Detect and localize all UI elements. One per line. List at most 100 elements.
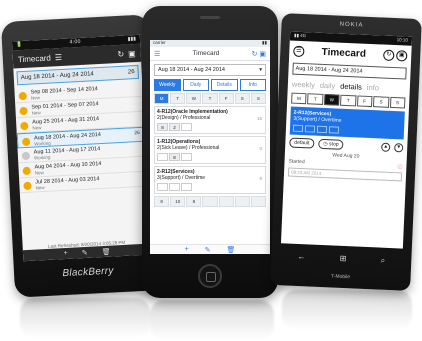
blackberry-logo: BlackBerry	[62, 265, 115, 280]
hours-input[interactable]	[304, 125, 316, 133]
task-name: 2(Design) / Professional	[157, 115, 211, 121]
reflection-center	[150, 300, 274, 340]
reflection-left	[20, 298, 150, 338]
signal-icon: ▮▮▮	[127, 36, 137, 43]
home-button[interactable]	[198, 264, 222, 288]
default-button[interactable]: default	[289, 137, 315, 149]
arrow-up-icon[interactable]: ▲	[381, 142, 391, 152]
tab-daily[interactable]: Daily	[182, 79, 209, 91]
time-entry[interactable]: 2-R12(Services) 3(Support) / Overtime 8	[154, 166, 266, 194]
save-icon[interactable]: ▣	[128, 49, 136, 58]
hours-input[interactable]	[181, 153, 192, 161]
tab-details[interactable]: Details	[211, 79, 238, 91]
total-cell: 8	[154, 196, 170, 207]
task-name: 3(Support) / Overtime	[157, 175, 206, 181]
status-dot-icon	[18, 91, 27, 101]
refresh-icon[interactable]: ↻	[252, 51, 258, 58]
edit-button[interactable]: ✎	[82, 248, 88, 256]
edit-button[interactable]: ✎	[205, 246, 211, 254]
day-cell[interactable]: T	[340, 94, 357, 107]
app-titlebar: ☰ Timecard ↻ ▣	[150, 47, 270, 61]
app-title: Timecard	[17, 53, 52, 64]
tab-weekly[interactable]: Weekly	[154, 79, 181, 91]
refresh-icon[interactable]: ↻	[117, 49, 124, 58]
hours-input[interactable]: 2	[169, 123, 180, 131]
hours-input[interactable]: 8	[169, 153, 180, 161]
carrier-logo: T-Mobile	[330, 273, 351, 281]
add-button[interactable]: +	[63, 250, 67, 257]
total-cell	[250, 196, 266, 207]
hours-input[interactable]	[157, 183, 168, 191]
menu-icon[interactable]: ☰	[154, 50, 160, 58]
entry-hours: 8	[259, 176, 262, 181]
total-cell: 10	[170, 196, 186, 207]
hardware-nav: ← ⊞ ⌕	[280, 251, 402, 266]
day-cell[interactable]: F	[218, 93, 234, 104]
clock: 10:10	[396, 37, 409, 43]
weekday-header: M T W T F S S	[154, 93, 266, 104]
menu-icon[interactable]: ☰	[293, 45, 305, 57]
status-dot-icon	[20, 121, 29, 131]
iphone-phone: carrier ▮▮ ☰ Timecard ↻ ▣ Aug 18 2014 - …	[142, 6, 278, 298]
day-cell[interactable]: F	[356, 95, 373, 108]
day-cell[interactable]: M	[154, 93, 170, 104]
refresh-icon[interactable]: ↻	[383, 49, 395, 61]
hours-input[interactable]	[292, 124, 304, 133]
view-tabs: Weekly Daily Details Info	[154, 79, 266, 91]
selected-time-entry[interactable]: 2-R12(Services) 3(Support) / Overtime	[289, 106, 405, 140]
clock-icon: ◷	[323, 141, 328, 148]
info-icon: ⓘ	[397, 164, 403, 171]
list-icon[interactable]: ☰	[55, 52, 63, 61]
stop-button[interactable]: ◷ stop	[318, 138, 344, 150]
hours-input[interactable]	[181, 123, 192, 131]
day-cell[interactable]: S	[234, 93, 250, 104]
search-icon[interactable]: ⌕	[380, 256, 385, 266]
day-cell[interactable]: W	[323, 94, 340, 106]
hours-input[interactable]	[328, 126, 340, 134]
delete-button[interactable]: 🗑	[101, 247, 110, 255]
windows-icon[interactable]: ⊞	[340, 254, 347, 264]
total-cell	[234, 196, 250, 207]
hours-input[interactable]	[157, 153, 168, 161]
pivot-info[interactable]: info	[367, 83, 379, 93]
signal-icon: ▮▮ 4G	[293, 32, 307, 39]
pivot-daily[interactable]: daily	[320, 81, 336, 91]
tab-info[interactable]: Info	[239, 79, 266, 91]
status-dot-icon	[22, 166, 31, 176]
add-button[interactable]: +	[185, 246, 189, 253]
total-cell	[202, 196, 218, 207]
hours-cells: 8 2	[157, 123, 263, 131]
arrow-down-icon[interactable]: ▼	[394, 142, 404, 152]
day-cell[interactable]: T	[307, 93, 324, 105]
hours-input[interactable]	[169, 183, 180, 191]
time-entry[interactable]: 4-R12(Oracle Implementation) 2(Design) /…	[154, 106, 266, 134]
hours-cells: 8	[157, 153, 263, 161]
status-dot-icon	[23, 181, 32, 191]
pivot-details[interactable]: details	[340, 82, 362, 92]
total-cell: 8	[186, 196, 202, 207]
day-cell[interactable]: T	[202, 93, 218, 104]
day-cell[interactable]: W	[186, 93, 202, 104]
day-cell[interactable]: T	[170, 93, 186, 104]
pivot-weekly[interactable]: weekly	[292, 80, 315, 90]
timer-controls: default ◷ stop ▲ ▼	[289, 137, 404, 153]
delete-button[interactable]: 🗑	[227, 246, 236, 254]
hours-input[interactable]	[181, 183, 192, 191]
time-entry[interactable]: 1-R12(Operations) 2(Sick Leave) / Profes…	[154, 136, 266, 164]
battery-icon: ▮▮	[262, 40, 267, 45]
save-icon[interactable]: ▣	[396, 49, 408, 62]
day-cell[interactable]: S	[389, 96, 406, 109]
hours-input[interactable]	[316, 125, 328, 134]
carrier-label: carrier	[153, 40, 166, 45]
day-cell[interactable]: S	[250, 93, 266, 104]
entry-hours: 0	[259, 146, 262, 151]
hours-cells	[157, 183, 263, 191]
day-cell[interactable]: S	[373, 96, 389, 108]
back-icon[interactable]: ←	[297, 252, 305, 262]
date-range-field[interactable]: Aug 18 2014 - Aug 24 2014 ▾	[154, 64, 266, 76]
day-cell[interactable]: M	[291, 92, 307, 105]
save-icon[interactable]: ▣	[259, 51, 266, 58]
hours-input[interactable]: 8	[157, 123, 168, 131]
nokia-logo: NOKIA	[339, 21, 364, 29]
date-range-value: Aug 18 2014 - Aug 24 2014	[158, 67, 225, 73]
